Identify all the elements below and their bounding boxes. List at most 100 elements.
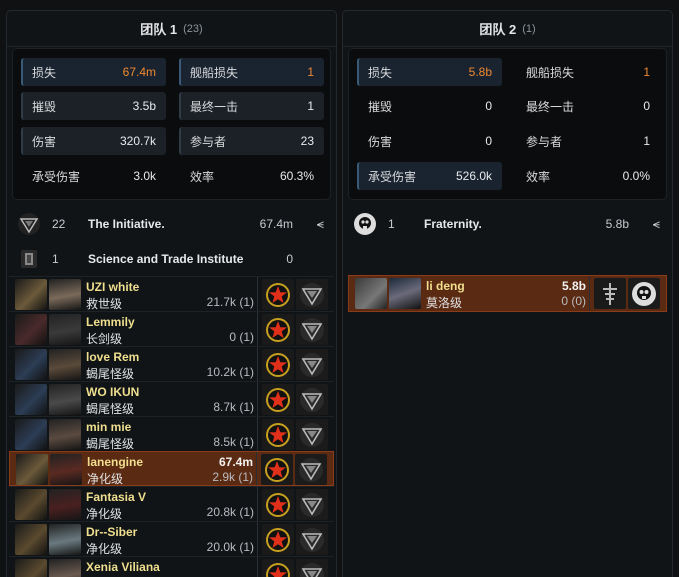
ship-icon[interactable] [15,384,47,415]
pilot-name[interactable]: Xenia Viliana [86,560,160,574]
star-corp-icon[interactable] [262,489,294,520]
stat-ship-loss: 舰船损失 1 [515,58,660,86]
team-2-count: (1) [522,22,536,35]
star-corp-icon[interactable] [262,384,294,415]
share-icon[interactable]: ⪪ [317,216,324,232]
triangle-alliance-icon[interactable] [295,454,327,485]
pilot-row[interactable]: love Rem 蝎尾怪级 10.2k (1) [9,346,334,381]
pilot-portrait[interactable] [49,559,81,577]
pilot-name[interactable]: Dr--Siber [86,525,137,539]
pilot-damage: 0 (0) [561,294,586,308]
divider [257,277,258,311]
pilot-ship: 蝎尾怪级 [86,437,135,451]
stat-value: 1 [307,99,314,113]
group-row[interactable]: 22 The Initiative. 67.4m ⪪ [7,206,336,241]
pilot-name[interactable]: UZI white [86,280,139,294]
stat-value: 0 [485,134,492,148]
pilot-row[interactable]: Dr--Siber 净化级 20.0k (1) [9,521,334,556]
pilot-ship: 蝎尾怪级 [86,402,135,416]
pilot-row[interactable]: UZI white 救世级 21.7k (1) [9,276,334,311]
star-corp-icon[interactable] [262,419,294,450]
pilot-portrait[interactable] [49,489,81,520]
pilot-row[interactable]: li deng 莫洛级 5.8b 0 (0) [348,275,667,312]
triangle-alliance-icon[interactable] [296,279,328,310]
corp-logo-icon[interactable] [594,278,626,309]
pilot-portrait[interactable] [49,384,81,415]
triangle-alliance-icon[interactable] [296,349,328,380]
group-damage: 0 [286,251,293,266]
star-corp-icon[interactable] [262,559,294,577]
ship-icon[interactable] [15,559,47,577]
pilot-loss-value: 67.4m [218,455,253,469]
ship-icon[interactable] [15,279,47,310]
pilot-portrait[interactable] [50,454,82,485]
stat-participants: 参与者 1 [515,127,660,155]
stat-label: 伤害 [368,134,393,149]
stat-final-blow: 最终一击 0 [515,92,660,120]
pilot-row[interactable]: Fantasia V 净化级 20.8k (1) [9,486,334,521]
pilot-portrait[interactable] [49,279,81,310]
triangle-alliance-icon[interactable] [296,314,328,345]
triangle-alliance-icon[interactable] [296,524,328,555]
pilot-name[interactable]: lanengine [87,455,143,469]
pilot-portrait[interactable] [49,314,81,345]
pilot-portrait[interactable] [49,419,81,450]
divider [257,522,258,556]
pilot-row[interactable]: min mie 蝎尾怪级 8.5k (1) [9,416,334,451]
pilot-name[interactable]: love Rem [86,350,139,364]
star-corp-icon[interactable] [262,314,294,345]
ship-icon[interactable] [15,349,47,380]
group-row[interactable]: 1 Science and Trade Institute 0 [7,241,336,276]
pilot-portrait[interactable] [49,524,81,555]
group-row[interactable]: 1 Fraternity. 5.8b ⪪ [343,206,672,241]
pilot-row[interactable]: Xenia Viliana净化级 [9,556,334,577]
ship-icon[interactable] [15,314,47,345]
pilot-name[interactable]: WO IKUN [86,385,139,399]
stat-loss: 损失 67.4m [21,58,166,86]
pilot-ship: 救世级 [86,297,123,311]
skull-alliance-icon[interactable] [628,278,660,309]
stat-value: 60.3% [279,169,314,183]
ship-icon[interactable] [16,454,48,485]
ship-icon[interactable] [15,524,47,555]
divider [257,347,258,381]
pilot-row[interactable]: Lemmily 长剑级 0 (1) [9,311,334,346]
stat-label: 承受伤害 [32,169,81,184]
pilot-row[interactable]: lanengine 净化级 67.4m 2.9k (1) [9,451,334,486]
star-corp-icon[interactable] [261,454,293,485]
divider [256,452,257,485]
pilot-name[interactable]: li deng [426,279,465,293]
stat-value: 67.4m [122,65,156,79]
stat-label: 效率 [190,169,215,184]
ship-icon[interactable] [355,278,387,309]
share-icon[interactable]: ⪪ [653,216,660,232]
team-2-header: 团队 2 (1) [343,11,672,47]
ship-icon[interactable] [15,489,47,520]
star-corp-icon[interactable] [262,279,294,310]
triangle-alliance-icon[interactable] [296,559,328,577]
pilot-name[interactable]: min mie [86,420,131,434]
triangle-alliance-icon[interactable] [296,419,328,450]
triangle-alliance-icon[interactable] [296,384,328,415]
divider [257,557,258,577]
divider [257,382,258,416]
pilot-portrait[interactable] [49,349,81,380]
team-1-title: 团队 1 [140,22,178,37]
star-corp-icon[interactable] [262,349,294,380]
triangle-alliance-icon[interactable] [296,489,328,520]
pilot-damage: 20.8k (1) [206,505,254,519]
alliance-icon [17,212,41,236]
pilot-name[interactable]: Fantasia V [86,490,146,504]
team-1-panel: 团队 1 (23) 损失 67.4m 舰船损失 1 摧毁 3.5b 最终一击 1… [6,10,337,577]
ship-icon[interactable] [15,419,47,450]
divider [257,417,258,451]
pilot-name[interactable]: Lemmily [86,315,135,329]
stat-label: 参与者 [526,134,563,149]
star-corp-icon[interactable] [262,524,294,555]
pilot-portrait[interactable] [389,278,421,309]
stat-value: 0.0% [622,169,650,183]
pilot-row[interactable]: WO IKUN 蝎尾怪级 8.7k (1) [9,381,334,416]
stat-ship-loss: 舰船损失 1 [179,58,324,86]
stat-kill: 摧毁 0 [357,92,502,120]
stat-participants: 参与者 23 [179,127,324,155]
